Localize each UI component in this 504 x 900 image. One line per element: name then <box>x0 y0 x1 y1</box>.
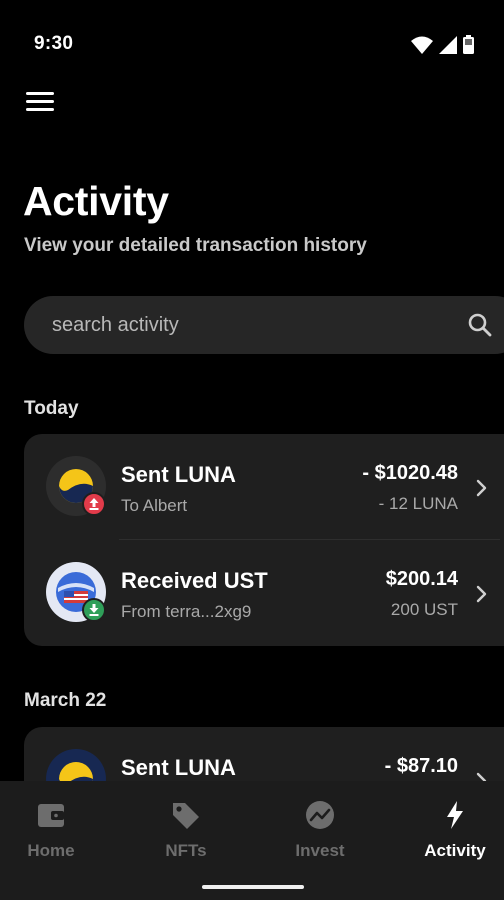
page-title: Activity <box>23 178 169 224</box>
transaction-row[interactable]: Sent LUNA To Albert - $1020.48 - 12 LUNA <box>24 434 504 540</box>
hamburger-menu-icon[interactable] <box>26 88 56 114</box>
transactions-card-today: Sent LUNA To Albert - $1020.48 - 12 LUNA… <box>24 434 504 646</box>
status-icons <box>411 35 474 54</box>
search-input[interactable] <box>52 296 432 354</box>
wallet-icon <box>38 804 64 827</box>
transaction-title: Received UST <box>121 568 268 593</box>
search-bar[interactable] <box>24 296 504 354</box>
section-label-today: Today <box>24 398 79 419</box>
lightning-icon <box>447 801 463 829</box>
transaction-quantity: - 12 LUNA <box>378 494 458 513</box>
nav-label: Home <box>27 841 75 860</box>
nav-label: Invest <box>295 841 345 860</box>
transaction-title: Sent LUNA <box>121 755 236 780</box>
bottom-nav: Home NFTs Invest Activity <box>0 781 504 900</box>
nav-item-invest[interactable]: Invest <box>265 799 375 861</box>
transaction-subtitle: To Albert <box>121 496 188 515</box>
home-indicator <box>202 885 304 889</box>
transaction-title: Sent LUNA <box>121 462 236 487</box>
nav-label: NFTs <box>165 841 207 860</box>
received-badge-icon <box>82 598 106 622</box>
wifi-icon <box>411 36 433 54</box>
transaction-amount: - $1020.48 <box>362 462 458 484</box>
tag-icon <box>173 803 199 829</box>
battery-icon <box>463 35 474 54</box>
transaction-quantity: 200 UST <box>390 600 458 619</box>
transaction-amount: - $87.10 <box>384 755 458 777</box>
section-label-march-22: March 22 <box>24 690 107 711</box>
sent-badge-icon <box>82 492 106 516</box>
search-icon[interactable] <box>467 312 493 338</box>
chevron-right-icon[interactable] <box>476 585 488 603</box>
page-subtitle: View your detailed transaction history <box>24 235 367 256</box>
nav-label: Activity <box>424 841 486 860</box>
status-bar: 9:30 <box>0 0 504 90</box>
chart-icon <box>306 801 334 829</box>
nav-item-activity[interactable]: Activity <box>400 799 504 861</box>
status-time: 9:30 <box>34 33 74 54</box>
signal-icon <box>439 36 457 54</box>
nav-item-nfts[interactable]: NFTs <box>131 799 241 861</box>
transaction-row[interactable]: Received UST From terra...2xg9 $200.14 2… <box>24 540 504 646</box>
transaction-subtitle: From terra...2xg9 <box>121 602 252 621</box>
nav-item-home[interactable]: Home <box>0 799 106 861</box>
transaction-amount: $200.14 <box>385 568 458 590</box>
chevron-right-icon[interactable] <box>476 479 488 497</box>
